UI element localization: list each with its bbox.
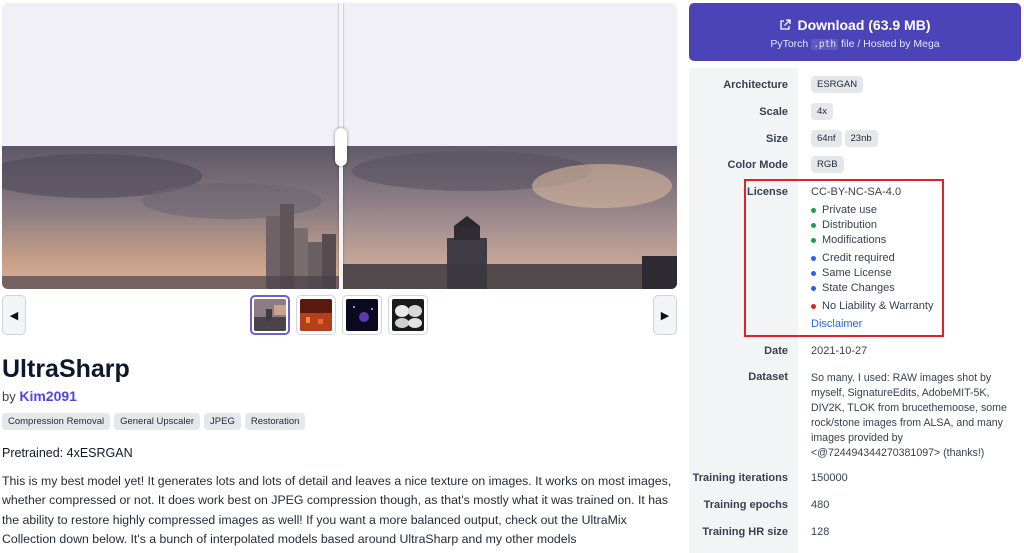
value-date: 2021-10-27 bbox=[811, 345, 868, 357]
download-sub-suffix: file / Hosted by Mega bbox=[838, 38, 940, 50]
label-training-epochs: Training epochs bbox=[703, 499, 788, 511]
download-label: Download (63.9 MB) bbox=[797, 17, 931, 33]
chip-color-mode[interactable]: RGB bbox=[811, 156, 844, 173]
condition-dot bbox=[811, 256, 816, 261]
license-same-license: Same License bbox=[822, 267, 892, 279]
label-training-hr-size: Training HR size bbox=[702, 526, 788, 538]
caret-left-icon: ◀ bbox=[9, 309, 19, 322]
condition-dot bbox=[811, 271, 816, 276]
file-extension: .pth bbox=[811, 39, 839, 50]
thumbnail-3[interactable] bbox=[342, 295, 382, 335]
chip-architecture[interactable]: ESRGAN bbox=[811, 76, 864, 93]
image-comparison-viewer[interactable] bbox=[2, 3, 677, 289]
thumbnail-2[interactable] bbox=[296, 295, 336, 335]
license-credit-required: Credit required bbox=[822, 252, 895, 264]
license-distribution: Distribution bbox=[822, 219, 878, 231]
download-sub-prefix: PyTorch bbox=[770, 38, 812, 50]
tag-compression-removal[interactable]: Compression Removal bbox=[2, 413, 111, 430]
external-link-icon bbox=[780, 19, 792, 30]
thumbnail-1[interactable] bbox=[250, 295, 290, 335]
thumbnail-4[interactable] bbox=[388, 295, 428, 335]
license-disclaimer-link[interactable]: Disclaimer bbox=[811, 318, 862, 330]
pretrained-text: Pretrained: 4xESRGAN bbox=[2, 446, 133, 460]
image-thumbnails bbox=[250, 295, 428, 335]
label-scale: Scale bbox=[759, 106, 788, 118]
value-dataset: So many. I used: RAW images shot by myse… bbox=[811, 372, 1007, 459]
byline: by Kim2091 bbox=[2, 388, 77, 404]
chip-size-nb[interactable]: 23nb bbox=[844, 130, 878, 147]
condition-dot bbox=[811, 286, 816, 291]
label-dataset: Dataset bbox=[748, 371, 788, 383]
tag-restoration[interactable]: Restoration bbox=[244, 413, 306, 430]
chip-size-nf[interactable]: 64nf bbox=[811, 130, 842, 147]
label-architecture: Architecture bbox=[723, 79, 788, 91]
limitation-dot bbox=[811, 304, 816, 309]
value-training-hr-size: 128 bbox=[811, 526, 830, 538]
download-button[interactable]: Download (63.9 MB) PyTorch .pth file / H… bbox=[689, 3, 1021, 61]
tag-general-upscaler[interactable]: General Upscaler bbox=[114, 413, 201, 430]
tag-list: Compression Removal General Upscaler JPE… bbox=[2, 413, 306, 430]
permission-dot bbox=[811, 238, 816, 243]
value-scale: 4x bbox=[811, 103, 836, 120]
license-state-changes: State Changes bbox=[822, 282, 895, 294]
value-architecture: ESRGAN bbox=[811, 76, 866, 93]
caret-right-icon: ▶ bbox=[660, 309, 670, 322]
label-date: Date bbox=[764, 345, 788, 357]
chip-scale[interactable]: 4x bbox=[811, 103, 834, 120]
author-link[interactable]: Kim2091 bbox=[19, 388, 77, 404]
permission-dot bbox=[811, 208, 816, 213]
license-private-use: Private use bbox=[822, 204, 878, 216]
permission-dot bbox=[811, 223, 816, 228]
comparison-drag-handle[interactable] bbox=[335, 128, 347, 166]
value-color-mode: RGB bbox=[811, 156, 847, 173]
label-training-iterations: Training iterations bbox=[692, 472, 788, 484]
next-image-button[interactable]: ▶ bbox=[653, 295, 677, 335]
license-modifications: Modifications bbox=[822, 234, 887, 246]
previous-image-button[interactable]: ◀ bbox=[2, 295, 26, 335]
license-no-liability: No Liability & Warranty bbox=[822, 300, 934, 312]
byline-label: by bbox=[2, 389, 16, 404]
label-color-mode: Color Mode bbox=[727, 159, 789, 171]
tag-jpeg[interactable]: JPEG bbox=[204, 413, 241, 430]
value-training-iterations: 150000 bbox=[811, 472, 848, 484]
model-description: This is my best model yet! It generates … bbox=[2, 474, 672, 546]
model-title: UltraSharp bbox=[2, 355, 130, 383]
value-training-epochs: 480 bbox=[811, 499, 830, 511]
value-size: 64nf 23nb bbox=[811, 130, 881, 147]
label-size: Size bbox=[765, 133, 788, 145]
